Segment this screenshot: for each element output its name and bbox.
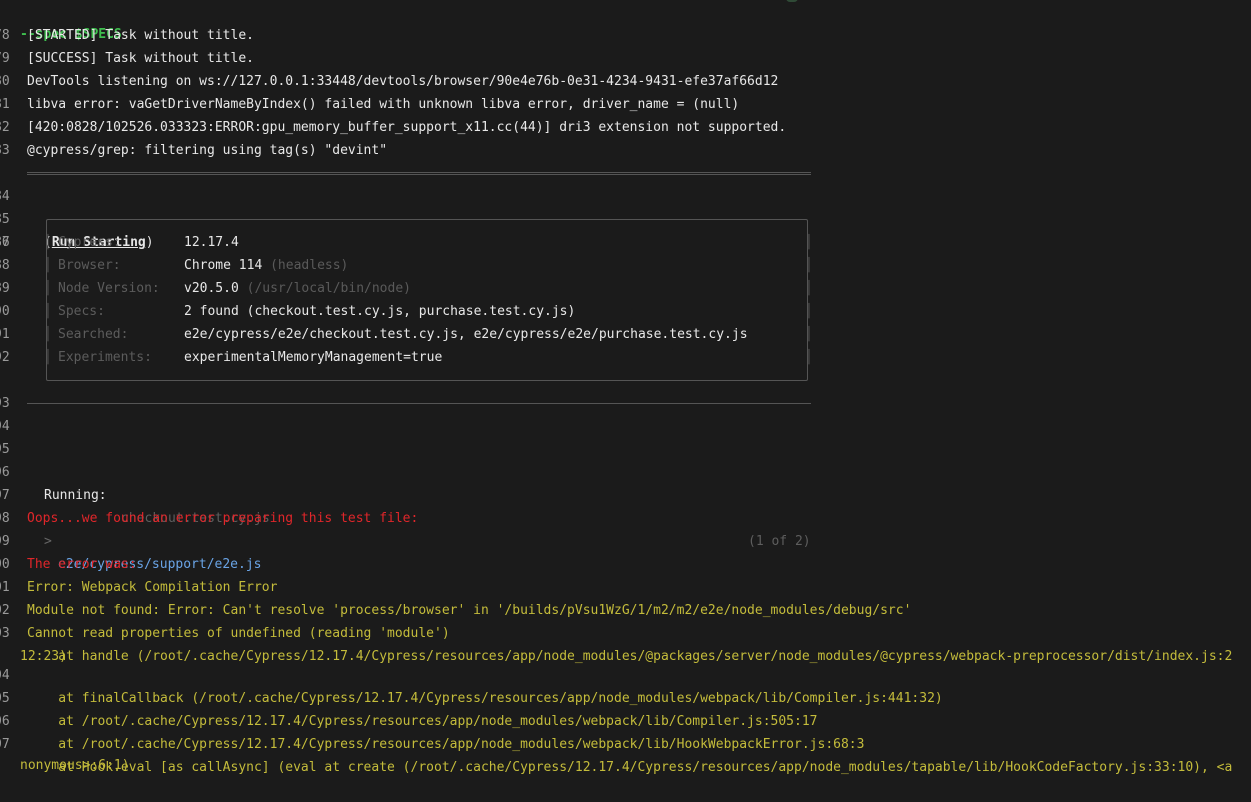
box-border-left: │ — [44, 281, 52, 296]
line-number: 80 — [0, 74, 10, 89]
single-rule — [27, 403, 811, 404]
stack-frame-5-wrap: nonymous>:6:1) — [20, 758, 130, 773]
run-info-key: Browser: — [58, 258, 121, 273]
log-line-98: 98 > e2e/cypress/support/e2e.js — [0, 484, 262, 572]
error-message-2: Module not found: Error: Can't resolve '… — [27, 603, 912, 618]
log-line-105: 05 at /root/.cache/Cypress/12.17.4/Cypre… — [0, 664, 818, 729]
box-border-right: │ — [805, 258, 813, 273]
line-number: 78 — [0, 28, 10, 43]
line-number: 81 — [0, 97, 10, 112]
box-border-right: │ — [805, 350, 813, 365]
log-line-106: 06 at /root/.cache/Cypress/12.17.4/Cypre… — [0, 687, 864, 752]
box-border-left: │ — [44, 350, 52, 365]
run-info-value: v20.5.0 (/usr/local/bin/node) — [184, 277, 411, 300]
log-line-86: 86 — [0, 208, 31, 250]
box-border-right: │ — [805, 304, 813, 319]
run-info-value-text: experimentalMemoryManagement=true — [184, 350, 443, 365]
line-number: 91 — [0, 327, 10, 342]
running-count: (1 of 2) — [748, 534, 811, 549]
run-info-key: Experiments: — [58, 350, 152, 365]
run-info-row: 91 │ Searched: e2e/cypress/e2e/checkout.tes… — [0, 323, 1251, 346]
log-line-94: 94 — [0, 392, 1251, 434]
stack-frame-5: at Hook.eval [as callAsync] (eval at cre… — [27, 760, 1233, 775]
box-border-left: │ — [44, 327, 52, 342]
log-text: DevTools listening on ws://127.0.0.1:334… — [27, 74, 779, 89]
log-line-93: 93 — [0, 369, 31, 411]
box-border-right: │ — [805, 327, 813, 342]
box-border-left: │ — [44, 258, 52, 273]
log-line-100: 00 Error: Webpack Compilation Error — [0, 530, 277, 595]
line-number: 82 — [0, 120, 10, 135]
stack-frame-3: at /root/.cache/Cypress/12.17.4/Cypress/… — [27, 714, 818, 729]
run-info-value-text: v20.5.0 — [184, 281, 239, 296]
log-line-84: 84 — [0, 162, 1251, 204]
log-text: [420:0828/102526.033323:ERROR:gpu_memory… — [27, 120, 787, 135]
line-number: 90 — [0, 304, 10, 319]
scroll-indicator — [786, 0, 798, 2]
log-line-107: 07 at Hook.eval [as callAsync] (eval at … — [0, 710, 1232, 775]
header-line: --spec $SPECS — [0, 0, 122, 42]
box-border-right: │ — [805, 281, 813, 296]
error-message-1: Error: Webpack Compilation Error — [27, 580, 278, 595]
run-info-value-extra: (/usr/local/bin/node) — [238, 281, 411, 296]
log-text: [SUCCESS] Task without title. — [27, 51, 254, 66]
log-text: libva error: vaGetDriverNameByIndex() fa… — [27, 97, 740, 112]
double-rule — [27, 172, 811, 175]
run-info-value-text: 2 found (checkout.test.cy.js, purchase.t… — [184, 304, 576, 319]
run-info-value: 2 found (checkout.test.cy.js, purchase.t… — [184, 300, 575, 323]
log-text: [STARTED] Task without title. — [27, 28, 254, 43]
error-oops: Oops...we found an error preparing this … — [27, 511, 419, 526]
line-number: 79 — [0, 51, 10, 66]
box-border-left: │ — [44, 304, 52, 319]
run-info-value-extra: (headless) — [262, 258, 349, 273]
run-info-value: Chrome 114 (headless) — [184, 254, 348, 277]
run-info-row: 88 │ Browser: Chrome 114 (headless) │ — [0, 254, 1251, 277]
line-number: 87 — [0, 235, 10, 250]
stack-frame-2: at finalCallback (/root/.cache/Cypress/1… — [27, 691, 943, 706]
run-info-row: 87 │ Cypress: 12.17.4 │ — [0, 231, 1251, 254]
run-info-value: 12.17.4 — [184, 231, 239, 254]
log-line-99: 99 The error was: — [0, 507, 137, 572]
run-info-value: e2e/cypress/e2e/checkout.test.cy.js, e2e… — [184, 323, 748, 346]
run-info-row: 89 │ Node Version: v20.5.0 (/usr/local/bin/… — [0, 277, 1251, 300]
stack-frame-1: at handle (/root/.cache/Cypress/12.17.4/… — [27, 649, 1233, 664]
run-info-value: experimentalMemoryManagement=true — [184, 346, 442, 369]
run-info-value-text: e2e/cypress/e2e/checkout.test.cy.js, e2e… — [184, 327, 748, 342]
error-was: The error was: — [27, 557, 137, 572]
run-info-key: Specs: — [58, 304, 105, 319]
running-label: Running: — [44, 488, 107, 503]
line-number: 89 — [0, 281, 10, 296]
log-line-103: 03 at handle (/root/.cache/Cypress/12.17… — [0, 599, 1232, 664]
line-number: 92 — [0, 350, 10, 365]
log-line-102: 02 Cannot read properties of undefined (… — [0, 576, 450, 641]
log-text: @cypress/grep: filtering using tag(s) "d… — [27, 143, 388, 158]
log-line-97: 97 Oops...we found an error preparing th… — [0, 461, 418, 526]
log-line-95: 95 — [0, 415, 31, 457]
log-line-96: 96 Running: checkout.test.cy.js (1 of 2) — [0, 438, 1251, 549]
log-line-107-wrap: nonymous>:6:1) — [0, 731, 130, 773]
line-number: 88 — [0, 258, 10, 273]
box-border-left: │ — [44, 235, 52, 250]
log-line-85: 85 (Run Starting) — [0, 185, 154, 250]
run-info-value-text: 12.17.4 — [184, 235, 239, 250]
error-message-3: Cannot read properties of undefined (rea… — [27, 626, 450, 641]
run-info-value-text: Chrome 114 — [184, 258, 263, 273]
log-line-101: 01 Module not found: Error: Can't resolv… — [0, 553, 911, 618]
run-info-key: Cypress: — [58, 235, 121, 250]
terminal-output: --spec $SPECS 78 [STARTED] Task without t… — [0, 0, 1251, 775]
line-number: 83 — [0, 143, 10, 158]
box-border-right: │ — [805, 235, 813, 250]
arrow-icon: > — [44, 534, 52, 549]
run-info-row: 90 │ Specs: 2 found (checkout.test.cy.js, p… — [0, 300, 1251, 323]
run-info-key: Node Version: — [58, 281, 160, 296]
run-info-key: Searched: — [58, 327, 129, 342]
stack-frame-4: at /root/.cache/Cypress/12.17.4/Cypress/… — [27, 737, 865, 752]
run-info-row: 92 │ Experiments: experimentalMemoryManagem… — [0, 346, 1251, 369]
log-line-104: 04 at finalCallback (/root/.cache/Cypres… — [0, 641, 943, 706]
